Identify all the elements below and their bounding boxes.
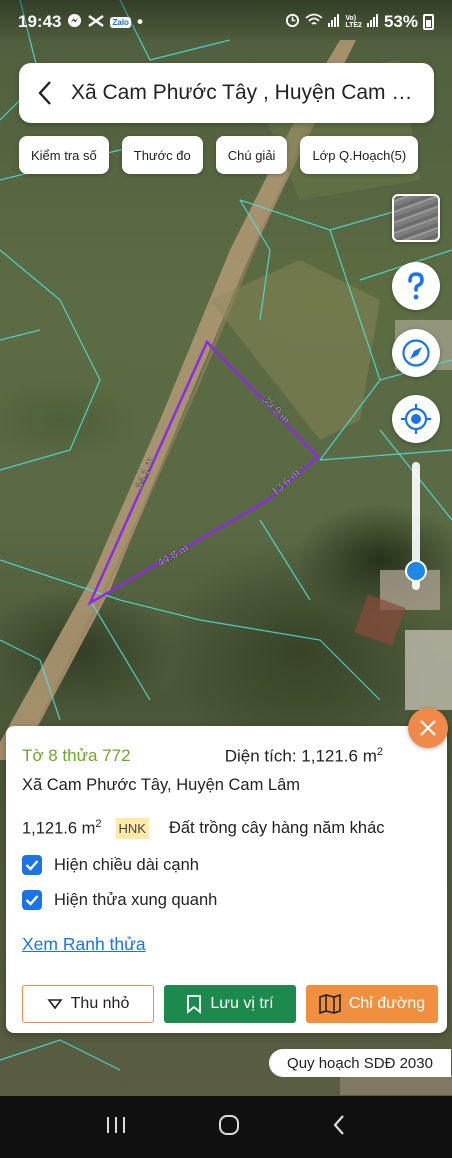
show-neighbors-checkbox[interactable]	[22, 890, 42, 910]
planning-layer-button[interactable]: Lớp Q.Hoạch(5)	[300, 136, 419, 174]
battery-percent: 53%	[383, 12, 418, 31]
view-boundary-link[interactable]: Xem Ranh thửa	[22, 934, 146, 955]
bookmark-icon	[187, 995, 202, 1014]
location-title: Xã Cam Phước Tây , Huyện Cam L…	[71, 81, 423, 104]
close-panel-button[interactable]	[408, 708, 448, 748]
recent-apps-button[interactable]	[105, 1115, 127, 1140]
check-icon	[25, 860, 39, 871]
chevron-left-icon	[38, 81, 51, 105]
parcel-id: Tờ 8 thửa 772	[22, 746, 131, 765]
my-location-button[interactable]	[392, 395, 440, 443]
compass-button[interactable]	[392, 329, 440, 377]
land-use-code-badge: HNK	[115, 818, 149, 839]
parcel-address: Xã Cam Phước Tây, Huyện Cam Lâm	[22, 776, 301, 794]
messenger-icon	[67, 13, 82, 31]
save-location-button[interactable]: Lưu vị trí	[164, 985, 296, 1023]
system-back-button[interactable]	[331, 1113, 347, 1142]
map-layer-button[interactable]	[392, 194, 440, 242]
status-bar: 19:43 Zalo • Vo) LTE2 53%	[0, 0, 452, 44]
show-edge-length-checkbox[interactable]	[22, 855, 42, 875]
directions-button[interactable]: Chỉ đường	[306, 985, 438, 1023]
recent-apps-icon	[107, 1116, 125, 1133]
signal-icon	[328, 12, 340, 32]
land-use-type: Đất trồng cây hàng năm khác	[168, 819, 385, 837]
save-location-label: Lưu vị trí	[210, 995, 274, 1012]
network-label: Vo) LTE2	[345, 15, 362, 29]
question-icon	[408, 272, 424, 300]
home-button[interactable]	[217, 1113, 241, 1142]
triangle-down-icon	[47, 999, 63, 1010]
collapse-button[interactable]: Thu nhỏ	[22, 985, 154, 1023]
show-neighbors-option[interactable]: Hiện thửa xung quanh	[22, 890, 217, 910]
map-icon	[319, 994, 341, 1014]
home-icon	[219, 1114, 239, 1135]
show-edge-length-label: Hiện chiều dài cạnh	[54, 855, 199, 874]
wifi-icon	[305, 12, 323, 32]
battery-icon	[423, 14, 434, 30]
compass-icon	[402, 339, 430, 367]
legend-button[interactable]: Chú giải	[215, 136, 288, 174]
edge-label: 13.6 m	[269, 467, 302, 498]
parcel-info-panel: Tờ 8 thửa 772 Diện tích: 1,121.6 m2 Xã C…	[6, 726, 447, 1033]
signal-icon-2	[366, 12, 379, 32]
zoom-slider-thumb[interactable]	[405, 559, 427, 582]
capcut-icon	[88, 14, 105, 31]
check-icon	[25, 895, 39, 906]
collapse-label: Thu nhỏ	[70, 995, 130, 1012]
show-neighbors-label: Hiện thửa xung quanh	[54, 890, 218, 909]
area-label: Diện tích: 1,121.6 m2	[224, 746, 383, 766]
edge-label: 35.9 m	[260, 394, 292, 427]
show-edge-length-option[interactable]: Hiện chiều dài cạnh	[22, 855, 199, 875]
back-button[interactable]	[19, 63, 71, 123]
chevron-left-icon	[333, 1114, 344, 1135]
map-toolbar: Kiểm tra số Thước đo Chú giải Lớp Q.Hoạc…	[19, 136, 419, 174]
check-number-button[interactable]: Kiểm tra số	[19, 136, 109, 174]
zalo-icon: Zalo	[110, 16, 131, 28]
system-navigation-bar	[0, 1096, 452, 1158]
clock: 19:43	[18, 12, 62, 31]
directions-label: Chỉ đường	[348, 995, 426, 1012]
area-value: 1,121.6 m2	[22, 818, 102, 838]
close-icon	[420, 720, 436, 736]
edge-label: 44.8 m	[156, 542, 191, 569]
location-title-bar[interactable]: Xã Cam Phước Tây , Huyện Cam L…	[19, 63, 434, 123]
planning-layer-tag[interactable]: Quy hoạch SDĐ 2030	[269, 1049, 451, 1077]
crosshair-icon	[401, 404, 431, 434]
alarm-icon	[285, 12, 300, 32]
notification-dot: •	[136, 12, 143, 31]
help-button[interactable]	[392, 262, 440, 310]
ruler-button[interactable]: Thước đo	[121, 136, 203, 174]
